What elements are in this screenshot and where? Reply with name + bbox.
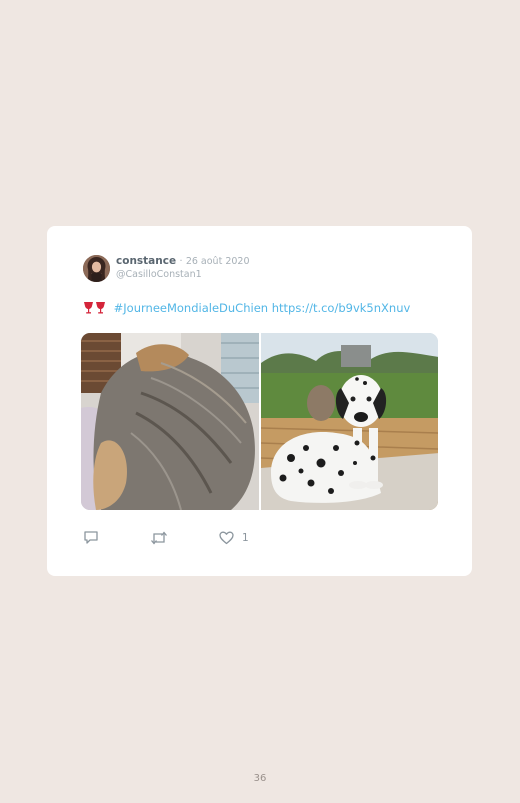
hashtag-link[interactable]: #JourneeMondialeDuChien bbox=[114, 301, 268, 315]
reply-button[interactable] bbox=[83, 530, 99, 549]
tweet-text: #JourneeMondialeDuChien https://t.co/b9v… bbox=[83, 300, 410, 316]
tco-link[interactable]: https://t.co/b9vk5nXnuv bbox=[272, 301, 411, 315]
retweet-button[interactable] bbox=[150, 530, 168, 549]
like-button[interactable]: 1 bbox=[219, 531, 249, 547]
heart-icon bbox=[219, 530, 234, 549]
media-grid bbox=[81, 333, 438, 510]
clinking-glasses-icon bbox=[83, 301, 107, 314]
author-name[interactable]: constance bbox=[116, 255, 176, 267]
author-row: constance · 26 août 2020 bbox=[116, 255, 250, 268]
sleeping-dog-photo[interactable] bbox=[81, 333, 259, 510]
retweet-icon bbox=[150, 530, 168, 549]
page-number: 36 bbox=[253, 773, 267, 784]
dalmatian-photo[interactable] bbox=[260, 333, 438, 510]
author-separator: · bbox=[179, 256, 183, 267]
reply-icon bbox=[83, 530, 99, 549]
author-handle[interactable]: @CasilloConstan1 bbox=[116, 269, 202, 280]
tweet-date[interactable]: 26 août 2020 bbox=[186, 256, 250, 267]
tweet-actions: 1 bbox=[83, 530, 283, 549]
tweet-card: constance · 26 août 2020 @CasilloConstan… bbox=[47, 226, 472, 576]
avatar[interactable] bbox=[83, 255, 110, 282]
like-count: 1 bbox=[242, 531, 249, 544]
